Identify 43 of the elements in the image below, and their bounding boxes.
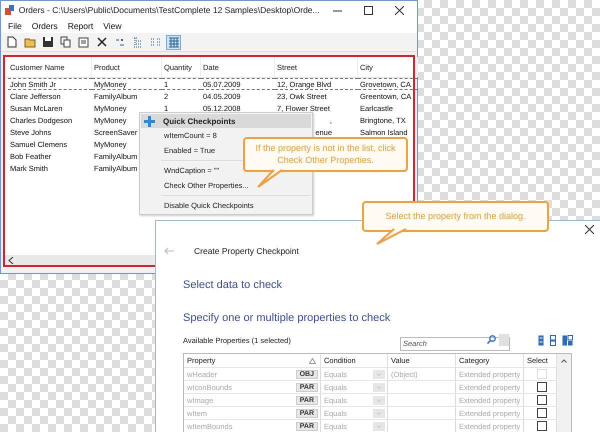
search-icon[interactable] (487, 335, 496, 344)
copy-icon (60, 36, 72, 48)
vertical-scrollbar[interactable] (557, 354, 571, 432)
empty-cell (388, 419, 456, 432)
section-heading: Specify one or multiple properties to check (183, 312, 392, 324)
plus-icon (144, 116, 155, 126)
maximize-icon (364, 6, 374, 14)
properties-icon (78, 36, 90, 48)
menu-title: Quick Checkpoints (163, 116, 236, 126)
scroll-up-icon[interactable] (561, 359, 567, 363)
empty-cell (388, 380, 456, 393)
window-title: Orders - C:\Users\Public\Documents\TestComplete 12 Samples\Desktop\Orde... (18, 5, 320, 15)
section-heading: Select data to check (183, 279, 284, 291)
toolbar-button[interactable] (40, 34, 55, 50)
menu-item[interactable]: File (4, 21, 26, 31)
sort-arrow-icon (309, 358, 316, 364)
checkbox[interactable] (536, 421, 546, 431)
empty-cell (388, 406, 456, 419)
empty-cell (388, 393, 456, 406)
invert-selection-icon[interactable] (562, 334, 573, 346)
checkbox[interactable] (536, 408, 546, 418)
clear-selection-icon[interactable] (550, 334, 556, 346)
delete-icon (96, 36, 108, 48)
tree-icon (132, 36, 144, 48)
toolbar-button[interactable] (58, 34, 73, 50)
checkbox[interactable] (536, 395, 546, 405)
folder-icon (24, 36, 36, 48)
grid-icon (168, 36, 180, 48)
save-icon (42, 36, 54, 48)
menu-item[interactable]: Report (64, 21, 98, 31)
dialog-title: Create Property Checkpoint (194, 246, 299, 256)
sort-icon (114, 36, 126, 48)
menu-item[interactable]: View (99, 21, 126, 31)
menu-item[interactable]: Orders (28, 21, 62, 31)
toolbar-button[interactable] (76, 34, 91, 50)
checkbox[interactable] (536, 382, 546, 392)
scroll-left-icon[interactable] (8, 256, 14, 264)
select-all-icon[interactable] (538, 334, 544, 346)
list-icon (150, 36, 162, 48)
app-icon (5, 5, 14, 15)
close-icon (395, 6, 404, 14)
new-document-icon (6, 36, 18, 48)
close-icon[interactable] (585, 225, 594, 234)
